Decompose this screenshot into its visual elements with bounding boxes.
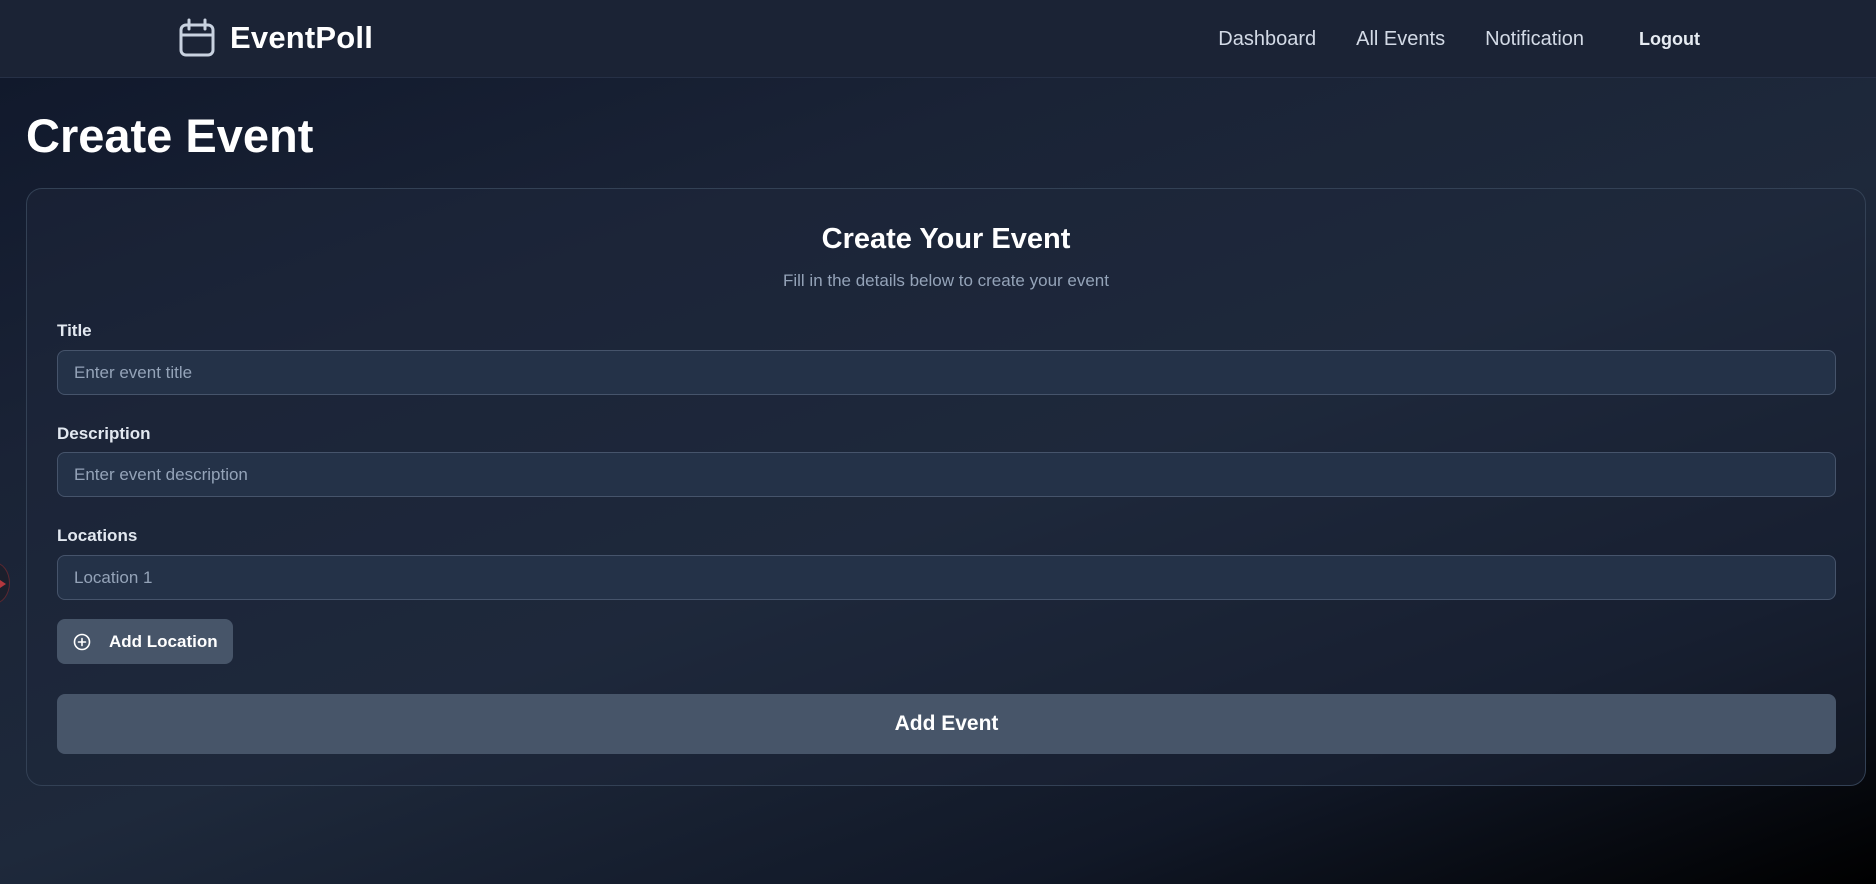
description-input[interactable] [57,452,1836,497]
top-navbar: EventPoll Dashboard All Events Notificat… [0,0,1876,78]
nav-link-notification[interactable]: Notification [1485,28,1584,51]
page-title: Create Event [26,109,314,162]
locations-label: Locations [57,526,138,545]
create-event-form: Create Your Event Fill in the details be… [26,188,1866,786]
calendar-icon [179,18,215,57]
form-heading: Create Your Event [821,223,1071,255]
logout-button[interactable]: Logout [1639,29,1700,50]
location-input-1[interactable] [57,555,1836,600]
brand-logo[interactable]: EventPoll [178,18,373,58]
title-input[interactable] [57,350,1836,395]
nav-link-dashboard[interactable]: Dashboard [1218,28,1316,51]
nav-link-all-events[interactable]: All Events [1356,28,1445,51]
form-subheading: Fill in the details below to create your… [782,271,1109,290]
add-location-button[interactable]: Add Location [57,619,233,664]
brand-name: EventPoll [230,20,374,55]
description-label: Description [57,424,151,443]
plus-circle-icon [73,633,91,650]
nav-links: Dashboard All Events Notification Logout [1218,24,1700,54]
title-label: Title [57,321,92,340]
add-event-button[interactable]: Add Event [57,694,1836,754]
add-location-label: Add Location [109,631,218,651]
side-drawer-handle[interactable] [0,562,10,604]
